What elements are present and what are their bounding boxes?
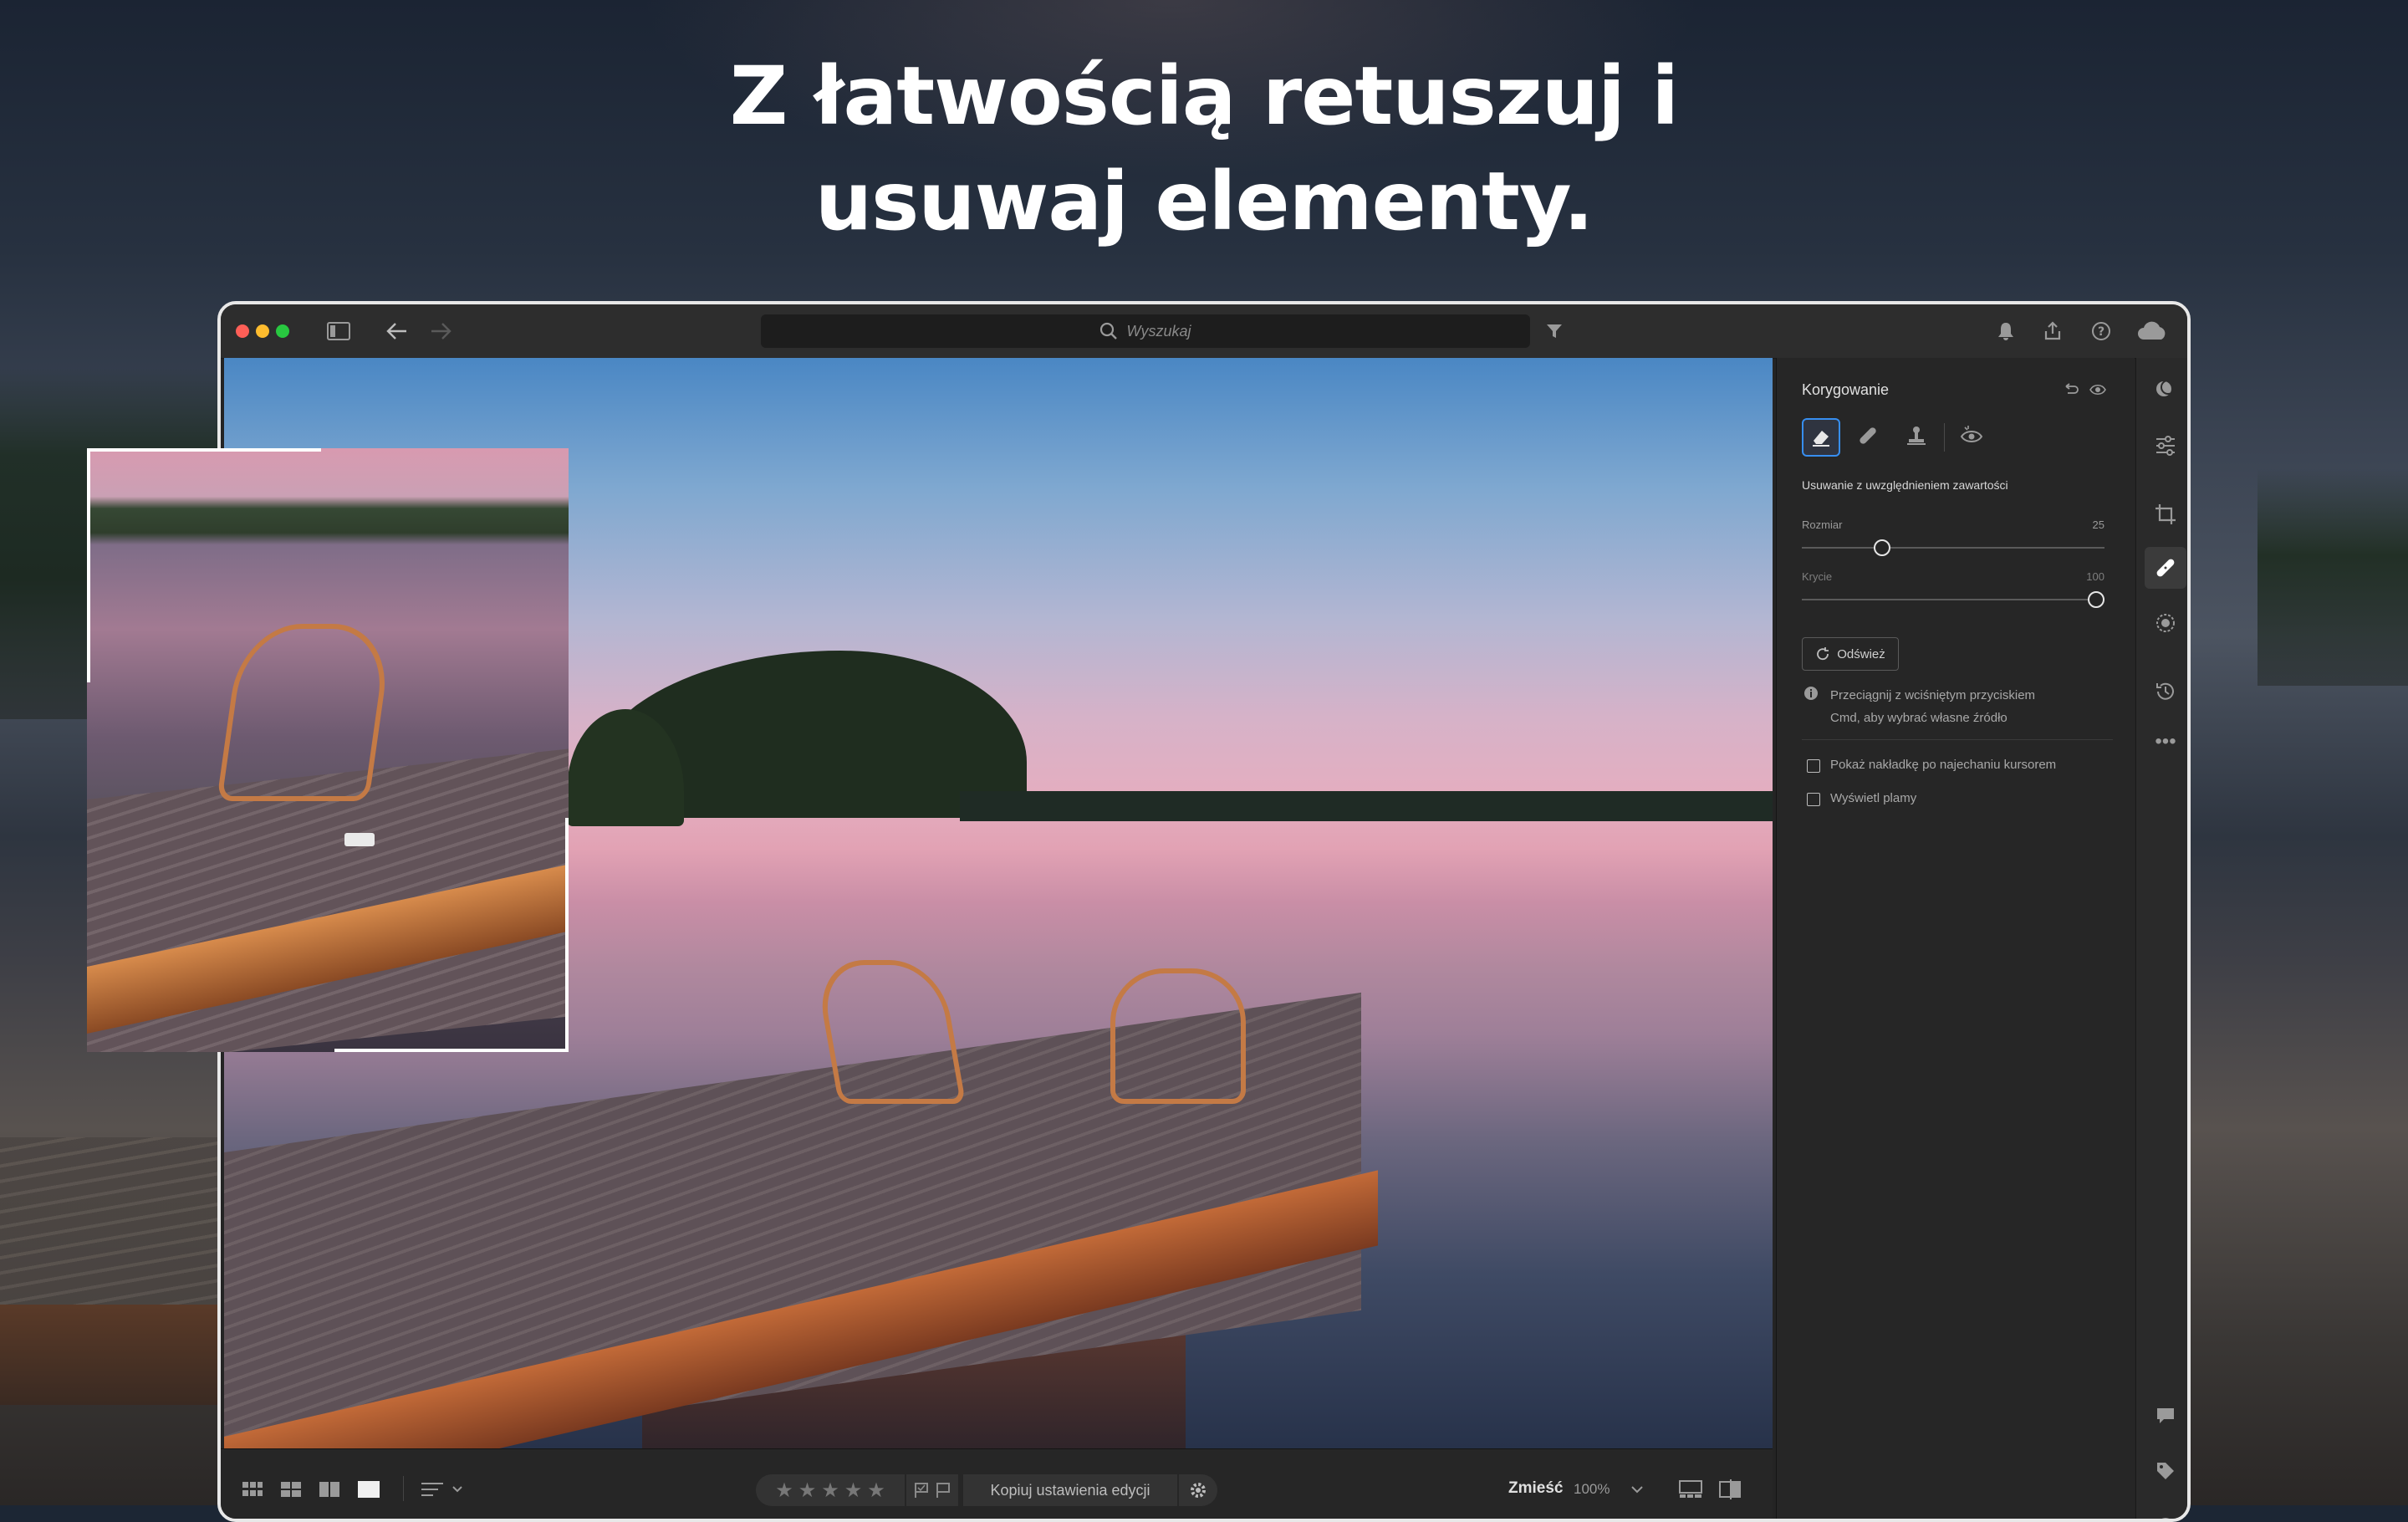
zoom-value[interactable]: 100% xyxy=(1574,1481,1610,1498)
rating-star-3[interactable]: ★ xyxy=(821,1479,839,1503)
panel-title: Korygowanie xyxy=(1802,381,1890,398)
detail-view-icon[interactable] xyxy=(358,1479,380,1499)
opacity-value[interactable]: 100 xyxy=(2086,570,2104,583)
search-icon xyxy=(1100,322,1118,340)
inset-frame-left-bracket xyxy=(87,448,90,682)
fit-label[interactable]: Zmieść xyxy=(1508,1479,1563,1498)
sort-icon[interactable] xyxy=(421,1479,463,1499)
help-icon[interactable]: ? xyxy=(2089,318,2114,345)
info-line-1: Przeciągnij z wciśniętym przyciskiem xyxy=(1830,688,2036,702)
square-grid-view-icon[interactable] xyxy=(281,1479,301,1499)
copy-edit-settings-button[interactable]: Kopiuj ustawienia edycji xyxy=(963,1474,1177,1506)
headline-line-1: Z łatwością retuszuj i xyxy=(729,49,1679,143)
before-after-icon[interactable] xyxy=(1719,1479,1741,1499)
heal-tool[interactable] xyxy=(1850,418,1885,453)
bottombar-divider xyxy=(403,1476,404,1501)
inset-frame xyxy=(87,448,569,1052)
opacity-label: Krycie xyxy=(1802,570,1833,583)
minimize-window-button[interactable] xyxy=(256,324,269,338)
gear-icon xyxy=(1191,1483,1206,1498)
content-aware-remove-tool[interactable] xyxy=(1802,418,1840,457)
info-panel-icon[interactable] xyxy=(2153,1514,2178,1519)
opacity-slider[interactable] xyxy=(1802,591,2104,608)
cloud-icon[interactable] xyxy=(2135,318,2169,345)
compare-view-icon[interactable] xyxy=(319,1479,339,1499)
opacity-slider-knob[interactable] xyxy=(2088,591,2104,608)
pick-flag-icon[interactable] xyxy=(913,1482,930,1499)
stamp-icon xyxy=(1907,426,1926,445)
titlebar: Wyszukaj ? xyxy=(221,304,2187,359)
flag-controls xyxy=(906,1474,958,1506)
size-label: Rozmiar xyxy=(1802,518,1843,531)
headline: Z łatwością retuszuj i usuwaj elementy. xyxy=(0,43,2408,254)
search-placeholder: Wyszukaj xyxy=(1126,322,1191,340)
close-window-button[interactable] xyxy=(236,324,249,338)
red-eye-icon xyxy=(1960,426,1983,442)
adjustments-sliders-icon[interactable] xyxy=(2153,433,2178,458)
comments-icon[interactable] xyxy=(2153,1403,2178,1428)
background-trees-right xyxy=(2258,468,2408,686)
search-input[interactable]: Wyszukaj xyxy=(761,314,1530,348)
presets-icon[interactable] xyxy=(2153,376,2178,401)
inset-frame-right-bracket xyxy=(565,818,569,1052)
show-spots-label: Wyświetl plamy xyxy=(1830,791,1917,805)
size-value[interactable]: 25 xyxy=(2093,518,2104,531)
copy-settings-gear-button[interactable] xyxy=(1179,1474,1217,1506)
rating-star-4[interactable]: ★ xyxy=(844,1479,863,1503)
tool-divider xyxy=(1944,423,1945,452)
share-icon[interactable] xyxy=(2040,318,2065,345)
healing-bandage-icon xyxy=(1860,427,1876,444)
healing-bandage-icon[interactable] xyxy=(2153,555,2178,580)
masking-icon[interactable] xyxy=(2153,610,2178,636)
show-overlay-label: Pokaż nakładkę po najechaniu kursorem xyxy=(1830,758,2057,772)
inset-frame-bottom-bracket xyxy=(334,1049,569,1052)
edit-tool-strip: ••• xyxy=(2135,358,2187,1519)
photo-chair-left xyxy=(813,960,967,1104)
more-options-icon[interactable]: ••• xyxy=(2153,729,2178,754)
mode-label: Usuwanie z uwzględnieniem zawartości xyxy=(1802,478,2008,492)
grid-view-icon[interactable] xyxy=(242,1479,263,1499)
panel-divider xyxy=(1802,739,2113,740)
crop-icon[interactable] xyxy=(2153,502,2178,527)
filter-icon[interactable] xyxy=(1543,318,1565,345)
headline-line-2: usuwaj elementy. xyxy=(814,155,1594,248)
refresh-button[interactable]: Odśwież xyxy=(1802,637,1899,671)
info-line-2: Cmd, aby wybrać własne źródło xyxy=(1830,711,2008,725)
refresh-icon xyxy=(1817,647,1829,661)
info-icon xyxy=(1804,687,1818,700)
history-icon[interactable] xyxy=(2153,679,2178,704)
show-overlay-checkbox[interactable] xyxy=(1807,759,1820,773)
bottom-toolbar: ★ ★ ★ ★ ★ Kopiuj ustawienia edycji Zmieś… xyxy=(221,1448,1773,1519)
background-dock-edge xyxy=(0,1305,226,1405)
tag-icon[interactable] xyxy=(2153,1458,2178,1484)
rating-star-2[interactable]: ★ xyxy=(798,1479,817,1503)
filmstrip-icon[interactable] xyxy=(1679,1479,1702,1499)
reset-icon[interactable] xyxy=(2063,383,2079,396)
photo-far-shore xyxy=(960,791,1773,821)
panel-header-icons xyxy=(2063,383,2106,396)
clone-tool[interactable] xyxy=(1899,418,1934,453)
rating-star-5[interactable]: ★ xyxy=(867,1479,885,1503)
back-arrow-icon[interactable] xyxy=(385,318,410,345)
notification-bell-icon[interactable] xyxy=(1993,318,2018,345)
sidebar-toggle-icon[interactable] xyxy=(326,318,351,345)
zoom-chevron-down-icon[interactable] xyxy=(1630,1479,1644,1499)
star-rating[interactable]: ★ ★ ★ ★ ★ xyxy=(756,1474,905,1506)
rating-star-1[interactable]: ★ xyxy=(775,1479,793,1503)
size-slider[interactable] xyxy=(1802,539,2104,556)
forward-arrow-icon[interactable] xyxy=(428,318,453,345)
visibility-eye-icon[interactable] xyxy=(2089,383,2106,396)
reject-flag-icon[interactable] xyxy=(935,1482,951,1499)
red-eye-tool[interactable] xyxy=(1954,418,1989,453)
refresh-label: Odśwież xyxy=(1837,646,1885,661)
zoom-window-button[interactable] xyxy=(276,324,289,338)
svg-text:?: ? xyxy=(2098,325,2104,339)
healing-panel: Korygowanie Usuwanie z uwzględnieniem za… xyxy=(1776,358,2135,1519)
photo-chair-right xyxy=(1110,968,1246,1104)
info-text: Przeciągnij z wciśniętym przyciskiem Cmd… xyxy=(1830,684,2035,729)
inset-frame-top-bracket xyxy=(87,448,321,452)
show-spots-checkbox[interactable] xyxy=(1807,793,1820,806)
size-slider-knob[interactable] xyxy=(1873,539,1890,556)
eraser-icon xyxy=(1813,431,1829,447)
